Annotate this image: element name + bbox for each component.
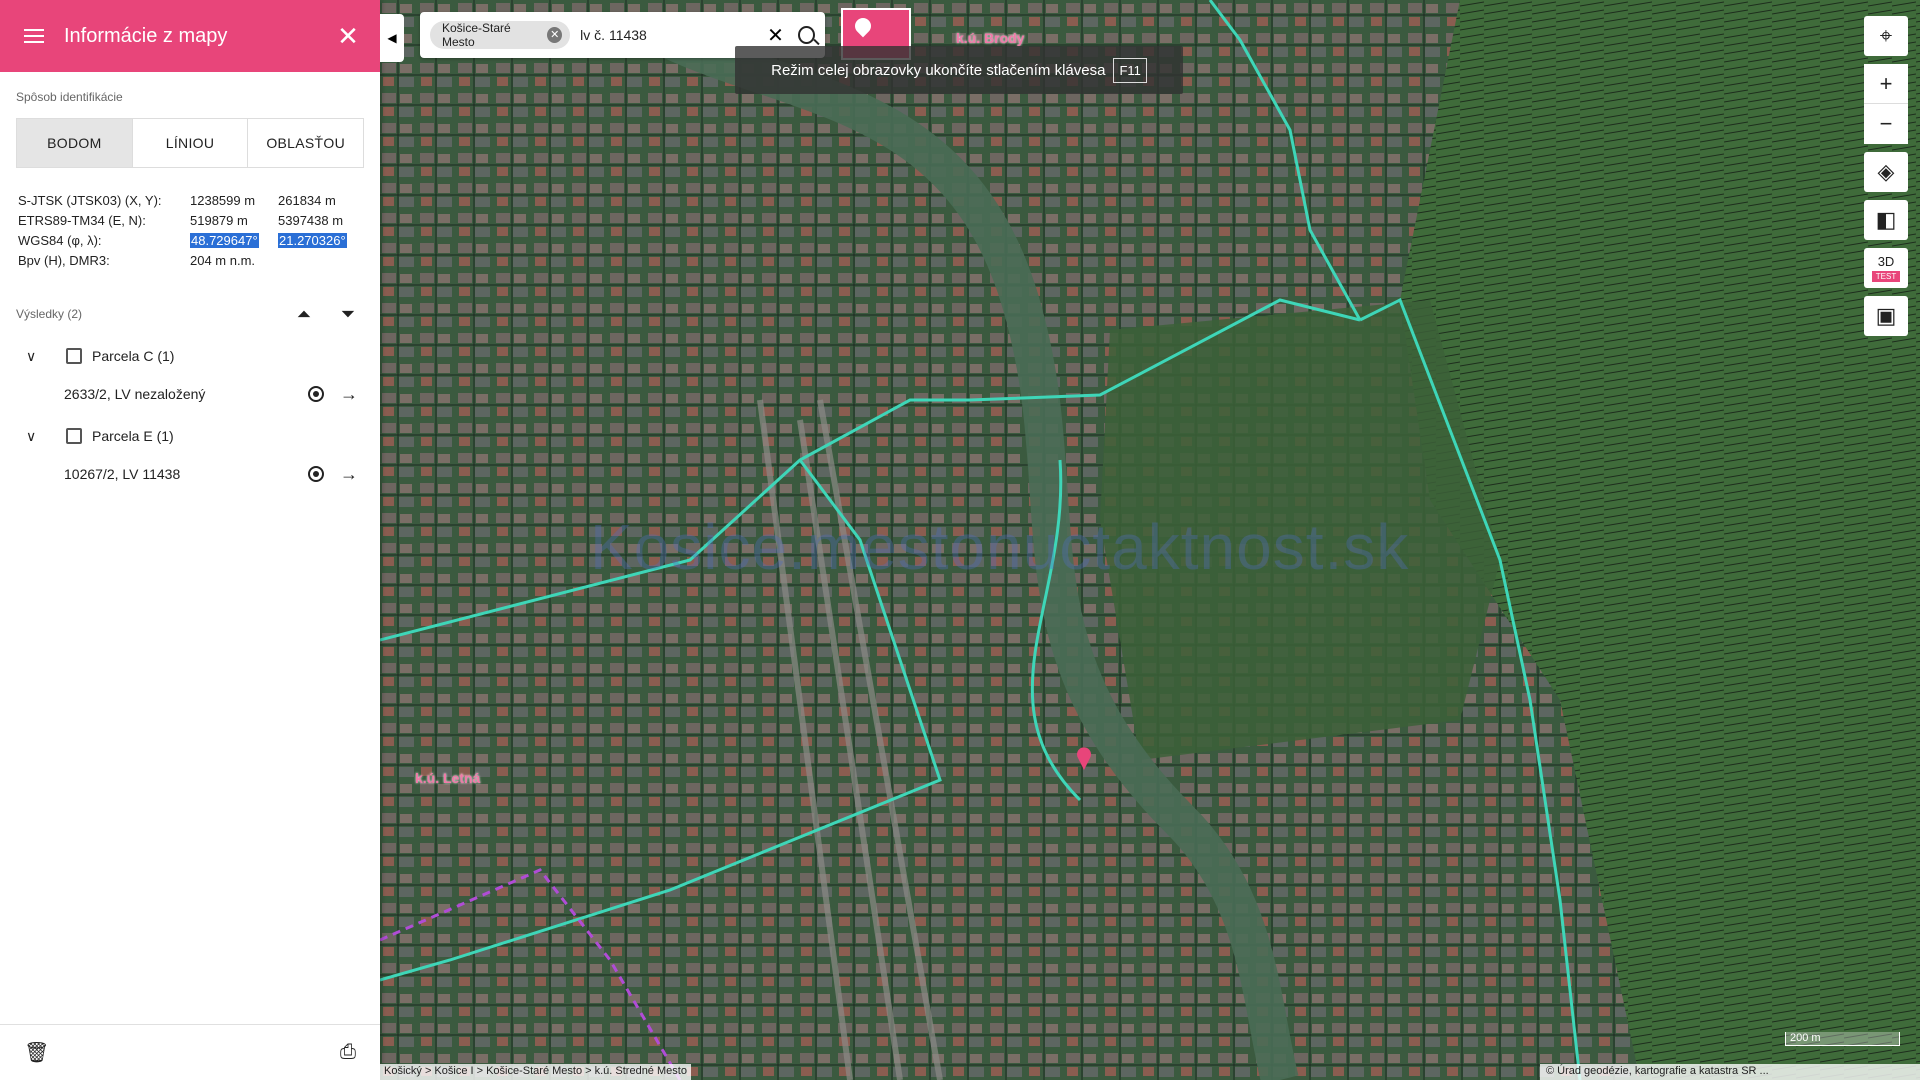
coordinates-table: S-JTSK (JTSK03) (X, Y): 1238599 m 261834… bbox=[18, 190, 362, 270]
filter-chip[interactable]: Košice-Staré Mesto ✕ bbox=[430, 21, 571, 49]
arrow-right-icon[interactable]: → bbox=[338, 464, 360, 485]
close-icon[interactable]: ✕ bbox=[334, 23, 362, 49]
locate-icon[interactable] bbox=[304, 462, 328, 486]
identification-tabs: BODOM LÍNIOU OBLASŤOU bbox=[16, 118, 364, 168]
coord-row-height: Bpv (H), DMR3: 204 m n.m. bbox=[18, 250, 362, 270]
chip-label: Košice-Staré Mesto bbox=[442, 21, 511, 49]
chevron-down-icon[interactable]: ∨ bbox=[26, 428, 46, 445]
search-icon[interactable] bbox=[797, 26, 815, 44]
compare-icon[interactable]: ◧ bbox=[1864, 200, 1908, 240]
result-group-parcel-e: ∨ Parcela E (1) bbox=[26, 424, 380, 448]
coord-row-wgs84: WGS84 (φ, λ): 48.729647° 21.270326° bbox=[18, 230, 362, 250]
chevron-down-icon[interactable]: ∨ bbox=[26, 348, 46, 365]
coord-row-etrs: ETRS89-TM34 (E, N): 519879 m 5397438 m bbox=[18, 210, 362, 230]
result-item: 2633/2, LV nezaložený → bbox=[64, 382, 360, 406]
menu-icon[interactable] bbox=[24, 24, 48, 48]
chip-remove-icon[interactable]: ✕ bbox=[547, 27, 563, 43]
collapse-all-icon[interactable]: ⏶ bbox=[288, 304, 320, 325]
coord-key: ETRS89-TM34 (E, N): bbox=[18, 212, 146, 228]
print-icon[interactable]: ⎙ bbox=[340, 1041, 356, 1064]
search-input[interactable] bbox=[580, 27, 762, 43]
attribution: © Úrad geodézie, kartografie a katastra … bbox=[1540, 1064, 1920, 1080]
cadastral-label-letna: k.ú. Letná bbox=[415, 770, 481, 786]
collapse-panel-button[interactable]: ◀ bbox=[380, 14, 404, 62]
panel-footer: 🗑 ⎙ bbox=[0, 1024, 380, 1080]
group-checkbox[interactable] bbox=[66, 428, 82, 444]
clear-results-icon[interactable]: 🗑 bbox=[24, 1040, 49, 1065]
cadastral-label-brody: k.ú. Brody bbox=[956, 30, 1025, 46]
tab-point[interactable]: BODOM bbox=[17, 119, 133, 167]
coord-value-1: 204 m n.m. bbox=[190, 252, 256, 268]
tab-area[interactable]: OBLASŤOU bbox=[248, 119, 363, 167]
map-canvas[interactable]: Kosice.mestonuctaktnost.sk k.ú. Brody k.… bbox=[380, 0, 1920, 1080]
test-badge: TEST bbox=[1871, 271, 1901, 282]
group-label: Parcela C (1) bbox=[92, 348, 175, 364]
group-label: Parcela E (1) bbox=[92, 428, 174, 444]
3d-button[interactable]: 3D TEST bbox=[1864, 248, 1908, 288]
coord-value-1: 1238599 m bbox=[190, 192, 256, 208]
fullscreen-notice: Režim celej obrazovky ukončíte stlačením… bbox=[735, 46, 1183, 94]
coord-value-2: 261834 m bbox=[278, 192, 336, 208]
coord-key: Bpv (H), DMR3: bbox=[18, 252, 110, 268]
3d-label: 3D bbox=[1877, 254, 1895, 269]
map-pin-icon bbox=[851, 14, 875, 38]
arrow-right-icon[interactable]: → bbox=[338, 384, 360, 405]
coord-key: S-JTSK (JTSK03) (X, Y): bbox=[18, 192, 162, 208]
group-checkbox[interactable] bbox=[66, 348, 82, 364]
panel-header: Informácie z mapy ✕ bbox=[0, 0, 380, 72]
coord-value-1[interactable]: 48.729647° bbox=[190, 232, 259, 248]
expand-all-icon[interactable]: ⏷ bbox=[332, 304, 364, 325]
results-label: Výsledky (2) bbox=[16, 307, 83, 321]
locate-icon[interactable] bbox=[304, 382, 328, 406]
coord-value-1: 519879 m bbox=[190, 212, 248, 228]
coord-value-2[interactable]: 21.270326° bbox=[278, 232, 347, 248]
identification-label: Spôsob identifikácie bbox=[16, 90, 123, 104]
coord-key: WGS84 (φ, λ): bbox=[18, 232, 102, 248]
breadcrumb[interactable]: Košický > Košice I > Košice-Staré Mesto … bbox=[380, 1064, 691, 1080]
zoom-in-button[interactable]: + bbox=[1864, 64, 1908, 104]
map-watermark: Kosice.mestonuctaktnost.sk bbox=[590, 511, 1410, 583]
result-item: 10267/2, LV 11438 → bbox=[64, 462, 360, 486]
zoom-out-button[interactable]: − bbox=[1864, 104, 1908, 144]
coord-row-sjtsk: S-JTSK (JTSK03) (X, Y): 1238599 m 261834… bbox=[18, 190, 362, 210]
result-item-label[interactable]: 10267/2, LV 11438 bbox=[64, 466, 304, 482]
tab-line[interactable]: LÍNIOU bbox=[133, 119, 249, 167]
result-group-parcel-c: ∨ Parcela C (1) bbox=[26, 344, 380, 368]
map-controls: ⌖ + − ◈ ◧ 3D TEST ▣ bbox=[1864, 16, 1908, 344]
results-header: Výsledky (2) ⏶ ⏷ bbox=[16, 302, 364, 326]
map-location-icon[interactable]: ▣ bbox=[1864, 296, 1908, 336]
coord-value-2: 5397438 m bbox=[278, 212, 344, 228]
geolocate-icon[interactable]: ⌖ bbox=[1864, 16, 1908, 56]
fullscreen-notice-text: Režim celej obrazovky ukončíte stlačením… bbox=[771, 61, 1106, 79]
fullscreen-key: F11 bbox=[1113, 57, 1147, 83]
layers-icon[interactable]: ◈ bbox=[1864, 152, 1908, 192]
scale-bar: 200 m bbox=[1785, 1032, 1900, 1046]
info-panel: Informácie z mapy ✕ Spôsob identifikácie… bbox=[0, 0, 380, 1080]
clear-search-icon[interactable]: ✕ bbox=[767, 23, 784, 48]
panel-title: Informácie z mapy bbox=[64, 24, 228, 47]
result-item-label[interactable]: 2633/2, LV nezaložený bbox=[64, 386, 304, 402]
